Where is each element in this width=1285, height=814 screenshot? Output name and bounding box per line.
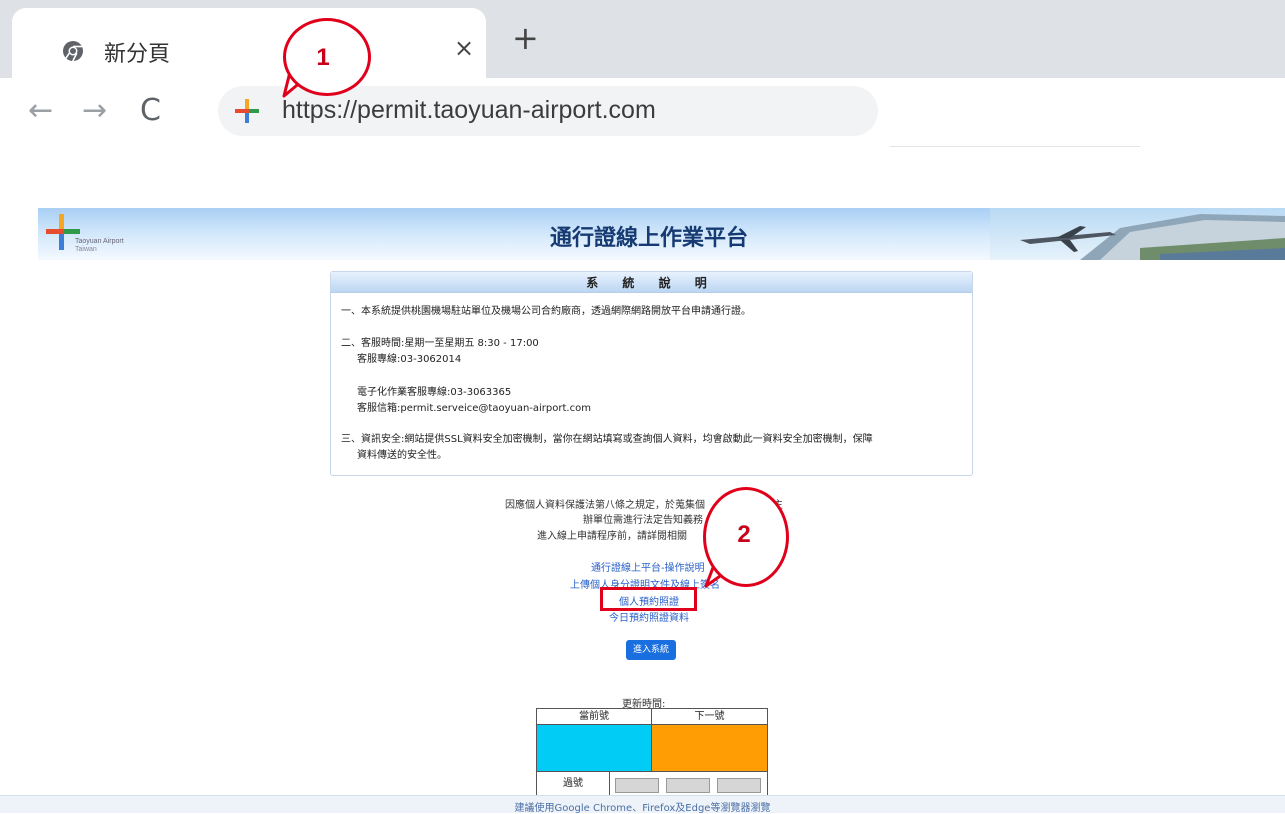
privacy-notice-line: 因應個人資料保護法第八條之規定，於蒐集個 (505, 500, 705, 511)
passed-number-slot (717, 778, 761, 793)
info-line: 資料傳送的安全性。 (357, 450, 447, 461)
info-line: 客服信箱:permit.serveice@taoyuan-airport.com (357, 403, 591, 414)
url-text: https://permit.taoyuan-airport.com (282, 96, 656, 124)
close-tab-icon[interactable]: × (452, 34, 476, 62)
tab-strip: 新分頁 × + (0, 0, 1285, 78)
browser-chrome: 新分頁 × + ← → C https://permit.taoyuan-air… (0, 0, 1285, 150)
site-header: Taoyuan Airport Taiwan 通行證線上作業平台 (38, 208, 1285, 260)
passed-numbers-row: 過號 (537, 771, 767, 796)
forward-arrow-icon[interactable]: → (82, 96, 107, 126)
footer: 建議使用Google Chrome、Firefox及Edge等瀏覽器瀏覽 (0, 795, 1285, 814)
current-number-header: 當前號 (537, 709, 652, 725)
new-tab-button[interactable]: + (512, 22, 539, 54)
passed-number-slot (615, 778, 659, 793)
system-info-panel: 系 統 說 明 一、本系統提供桃園機場駐站單位及機場公司合約廠商，透過網際網路開… (330, 271, 973, 476)
manual-link[interactable]: 通行證線上平台-操作說明 (591, 559, 705, 574)
next-number-cell (652, 725, 767, 771)
reload-icon[interactable]: C (140, 96, 161, 126)
passed-number-slot (666, 778, 710, 793)
logo-subtext: Taiwan (75, 246, 97, 253)
browser-toolbar: ← → C https://permit.taoyuan-airport.com (0, 78, 1285, 150)
browser-tab[interactable]: 新分頁 × (12, 8, 486, 78)
info-line: 三、資訊安全:網站提供SSL資料安全加密機制，當你在網站填寫或查詢個人資料，均會… (341, 434, 873, 445)
passed-label: 過號 (537, 772, 610, 796)
logo-text: Taoyuan Airport (75, 238, 124, 245)
current-number-cell (537, 725, 652, 771)
enter-system-button[interactable]: 進入系統 (626, 640, 676, 660)
divider (890, 146, 1140, 147)
callout-number-2: 2 (737, 521, 751, 548)
page-title: 通行證線上作業平台 (550, 226, 749, 251)
privacy-notice-line: 進入線上申請程序前，請詳閱相關 (537, 531, 687, 542)
system-info-title: 系 統 說 明 (586, 276, 717, 290)
highlight-box (600, 587, 697, 611)
today-photo-link[interactable]: 今日預約照證資料 (609, 609, 689, 624)
queue-table: 當前號 下一號 過號 (536, 708, 768, 796)
tab-title: 新分頁 (104, 42, 171, 67)
chrome-icon (63, 41, 83, 62)
info-line: 電子化作業客服專線:03-3063365 (357, 387, 512, 398)
info-line: 二、客服時間:星期一至星期五 8:30 - 17:00 (341, 338, 539, 349)
info-line: 一、本系統提供桃園機場駐站單位及機場公司合約廠商，透過網際網路開放平台申請通行證… (341, 306, 751, 317)
info-line: 客服專線:03-3062014 (357, 354, 462, 365)
callout-number-1: 1 (316, 44, 330, 71)
next-number-header: 下一號 (652, 709, 767, 725)
privacy-notice-line: 辦單位需進行法定告知義務 (583, 515, 703, 526)
back-arrow-icon[interactable]: ← (28, 96, 53, 126)
system-info-header: 系 統 說 明 (331, 272, 972, 293)
site-favicon-icon (235, 99, 259, 123)
airplane-terminal-illustration (990, 208, 1285, 260)
